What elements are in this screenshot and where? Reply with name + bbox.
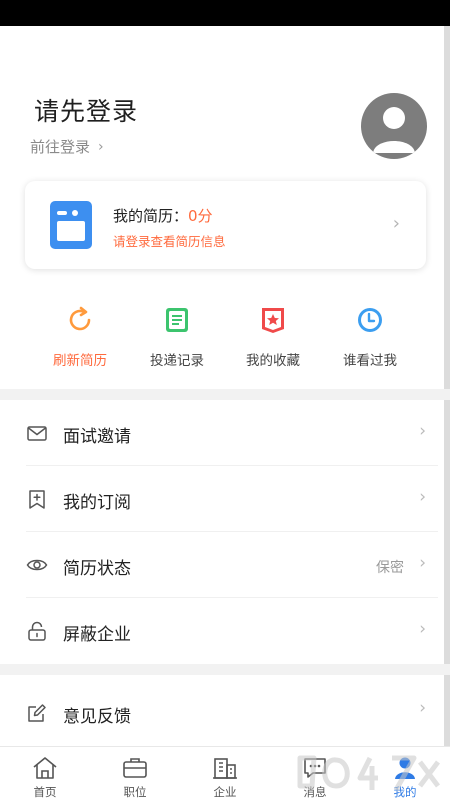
chevron-right-icon: › bbox=[392, 213, 400, 234]
tab-label: 消息 bbox=[303, 785, 327, 799]
quick-actions: 刷新简历 投递记录 我的收藏 谁看过我 bbox=[0, 305, 450, 375]
briefcase-icon bbox=[123, 758, 147, 778]
section-divider bbox=[0, 389, 450, 400]
menu-item-label: 简历状态 bbox=[63, 559, 131, 579]
document-list-icon bbox=[166, 308, 188, 332]
lock-icon bbox=[28, 621, 46, 641]
status-bar bbox=[0, 0, 450, 26]
chevron-right-icon: › bbox=[419, 553, 426, 573]
chevron-right-icon: › bbox=[419, 421, 426, 441]
resume-title-label: 我的简历： bbox=[113, 207, 189, 225]
quick-action-delivery-records[interactable]: 投递记录 bbox=[127, 305, 227, 369]
chevron-right-icon: › bbox=[98, 138, 104, 155]
quick-action-label: 我的收藏 bbox=[246, 353, 300, 369]
page-title: 请先登录 bbox=[34, 97, 139, 126]
menu-item-label: 面试邀请 bbox=[63, 427, 131, 447]
quick-action-label: 投递记录 bbox=[150, 353, 204, 369]
menu-item-value: 保密 bbox=[376, 560, 404, 576]
resume-card[interactable]: 我的简历：0分 请登录查看简历信息 › bbox=[25, 181, 426, 269]
tab-messages[interactable]: 消息 bbox=[270, 747, 360, 800]
login-link[interactable]: 前往登录 › bbox=[30, 136, 104, 157]
menu-item-interview-invitations[interactable]: 面试邀请 › bbox=[0, 400, 444, 466]
chevron-right-icon: › bbox=[419, 698, 426, 718]
quick-action-my-favorites[interactable]: 我的收藏 bbox=[223, 305, 323, 369]
resume-score: 0分 bbox=[188, 207, 213, 225]
chevron-right-icon: › bbox=[419, 619, 426, 639]
menu-item-label: 意见反馈 bbox=[63, 707, 131, 727]
menu-item-label: 我的订阅 bbox=[63, 493, 131, 513]
avatar[interactable] bbox=[361, 93, 427, 159]
quick-action-label: 谁看过我 bbox=[343, 353, 397, 369]
bottom-tab-bar: 首页 职位 企业 消息 我的 bbox=[0, 746, 450, 800]
bookmark-add-icon bbox=[29, 490, 45, 509]
section-divider bbox=[0, 664, 450, 675]
menu-item-my-subscriptions[interactable]: 我的订阅 › bbox=[0, 466, 444, 532]
edit-icon bbox=[28, 704, 46, 722]
menu-item-label: 屏蔽企业 bbox=[63, 625, 131, 645]
tab-home[interactable]: 首页 bbox=[0, 747, 90, 800]
menu-item-feedback[interactable]: 意见反馈 › bbox=[0, 680, 444, 746]
user-icon bbox=[395, 757, 415, 779]
eye-icon bbox=[26, 559, 48, 571]
tab-label: 首页 bbox=[33, 785, 57, 799]
tab-mine[interactable]: 我的 bbox=[360, 747, 450, 800]
quick-action-label: 刷新简历 bbox=[53, 353, 107, 369]
quick-action-who-viewed-me[interactable]: 谁看过我 bbox=[320, 305, 420, 369]
envelope-icon bbox=[27, 426, 47, 441]
tab-label: 企业 bbox=[213, 785, 237, 799]
resume-icon bbox=[50, 201, 92, 249]
user-avatar-icon bbox=[373, 107, 415, 153]
building-icon bbox=[213, 758, 237, 779]
login-link-label: 前往登录 bbox=[30, 138, 91, 156]
tab-companies[interactable]: 企业 bbox=[180, 747, 270, 800]
tab-label: 我的 bbox=[393, 785, 417, 799]
menu-item-block-companies[interactable]: 屏蔽企业 › bbox=[0, 598, 444, 664]
chevron-right-icon: › bbox=[419, 487, 426, 507]
star-badge-icon bbox=[262, 308, 284, 333]
clock-icon bbox=[358, 308, 382, 332]
scrollbar[interactable] bbox=[444, 26, 450, 746]
chat-icon bbox=[304, 758, 326, 778]
refresh-icon bbox=[69, 306, 91, 331]
quick-action-refresh-resume[interactable]: 刷新简历 bbox=[30, 305, 130, 369]
resume-subtitle: 请登录查看简历信息 bbox=[113, 234, 226, 249]
home-icon bbox=[33, 757, 57, 779]
resume-title: 我的简历：0分 bbox=[113, 205, 213, 226]
menu-item-resume-status[interactable]: 简历状态 保密 › bbox=[0, 532, 444, 598]
tab-jobs[interactable]: 职位 bbox=[90, 747, 180, 800]
tab-label: 职位 bbox=[123, 785, 147, 799]
